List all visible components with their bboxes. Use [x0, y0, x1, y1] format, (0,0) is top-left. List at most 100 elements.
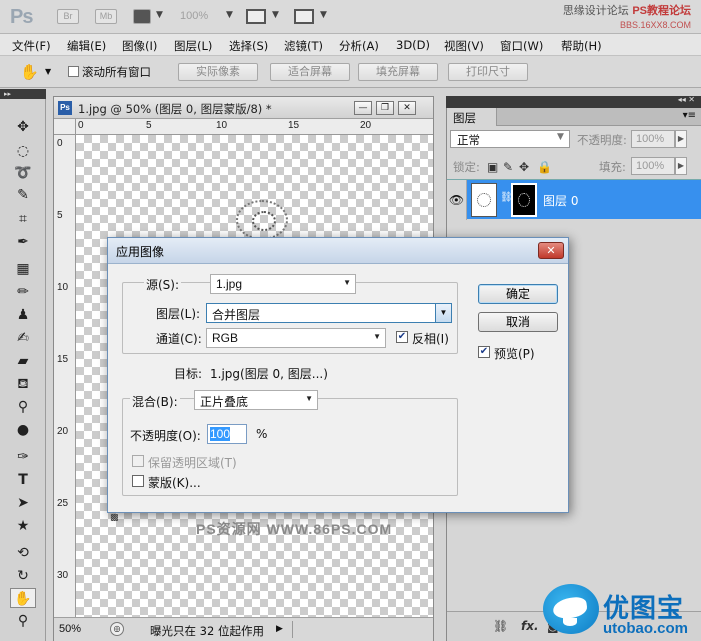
- layer-select[interactable]: 合并图层 ▼: [206, 303, 452, 323]
- target-label: 目标:: [174, 367, 203, 381]
- panel-dock-header[interactable]: ◂◂ ✕: [446, 95, 701, 108]
- mask-checkbox[interactable]: [132, 475, 144, 487]
- tab-layers[interactable]: 图层: [447, 108, 497, 126]
- minimize-icon[interactable]: —: [354, 101, 372, 115]
- fill-field[interactable]: 100%: [631, 157, 675, 175]
- tools-panel-header[interactable]: ▸▸: [0, 89, 46, 99]
- status-info-icon[interactable]: ◎: [110, 622, 124, 636]
- menu-analysis[interactable]: 分析(A): [339, 38, 379, 54]
- close-icon[interactable]: ✕: [538, 242, 564, 259]
- quick-select-tool-icon[interactable]: ✎: [10, 185, 36, 205]
- bridge-button[interactable]: Br: [57, 9, 79, 24]
- layer-thumbnail[interactable]: [471, 183, 497, 217]
- fill-screen-button[interactable]: 填充屏幕: [358, 63, 438, 81]
- view-extras-icon[interactable]: [133, 9, 151, 24]
- shape-tool-icon[interactable]: ★: [10, 516, 36, 536]
- status-zoom[interactable]: 50%: [59, 623, 81, 635]
- invert-checkbox[interactable]: ✔: [396, 331, 408, 343]
- dodge-tool-icon[interactable]: ⚲: [10, 397, 36, 417]
- fit-screen-button[interactable]: 适合屏幕: [270, 63, 350, 81]
- scroll-all-windows-checkbox[interactable]: [68, 66, 79, 77]
- history-brush-tool-icon[interactable]: ✍: [10, 328, 36, 348]
- zoom-level[interactable]: 100%: [180, 10, 208, 22]
- blend-mode-select[interactable]: 正常: [450, 130, 570, 148]
- menu-select[interactable]: 选择(S): [229, 38, 268, 54]
- brush-tool-icon[interactable]: ✏: [10, 282, 36, 302]
- ok-button[interactable]: 确定: [478, 284, 558, 304]
- lock-transparent-icon[interactable]: ▣: [487, 160, 498, 174]
- layer-row[interactable]: 👁 ⛓ 图层 0: [447, 179, 701, 220]
- zoom-tool-icon[interactable]: ⚲: [10, 611, 36, 631]
- preview-checkbox[interactable]: ✔: [478, 346, 490, 358]
- menu-view[interactable]: 视图(V): [444, 38, 484, 54]
- stamp-tool-icon[interactable]: ♟: [10, 305, 36, 325]
- move-tool-icon[interactable]: ✥: [10, 117, 36, 137]
- opacity-unit: %: [256, 427, 268, 441]
- burn-tool-icon[interactable]: ●: [10, 420, 36, 440]
- lock-all-icon[interactable]: 🔒: [537, 160, 552, 174]
- actual-pixels-button[interactable]: 实际像素: [178, 63, 258, 81]
- source-select[interactable]: 1.jpg ▼: [210, 274, 356, 294]
- document-title-bar[interactable]: Ps 1.jpg @ 50% (图层 0, 图层蒙版/8) * — ❐ ✕: [54, 97, 433, 119]
- chevron-down-icon[interactable]: ▼: [156, 10, 163, 20]
- hand-tool-icon[interactable]: ✋: [20, 63, 39, 81]
- print-size-button[interactable]: 打印尺寸: [448, 63, 528, 81]
- crop-tool-icon[interactable]: ⌗: [10, 209, 36, 229]
- 3d-rotate-tool-icon[interactable]: ⟲: [10, 543, 36, 563]
- restore-icon[interactable]: ❐: [376, 101, 394, 115]
- screen-mode-icon[interactable]: [294, 9, 314, 24]
- mini-bridge-button[interactable]: Mb: [95, 9, 117, 24]
- play-arrow-icon[interactable]: ▶: [276, 624, 283, 634]
- layer-name[interactable]: 图层 0: [543, 192, 578, 209]
- layer-mask-thumbnail[interactable]: [511, 183, 537, 217]
- opacity-label: 不透明度(O):: [130, 429, 201, 443]
- menu-layer[interactable]: 图层(L): [174, 38, 212, 54]
- dialog-title-bar[interactable]: 应用图像 ✕: [108, 238, 568, 264]
- pen-tool-icon[interactable]: ✑: [10, 447, 36, 467]
- menu-image[interactable]: 图像(I): [122, 38, 157, 54]
- chevron-down-icon[interactable]: ▼: [272, 10, 279, 20]
- collapse-panels-icon[interactable]: ◂◂ ✕: [678, 95, 695, 104]
- menu-filter[interactable]: 滤镜(T): [284, 38, 323, 54]
- chevron-down-icon[interactable]: ▼: [45, 67, 51, 76]
- 3d-orbit-tool-icon[interactable]: ↻: [10, 566, 36, 586]
- chevron-down-icon[interactable]: ▼: [557, 132, 564, 142]
- lasso-tool-icon[interactable]: ➰: [10, 163, 36, 183]
- opacity-slider-arrow-icon[interactable]: ▶: [675, 130, 687, 148]
- fill-slider-arrow-icon[interactable]: ▶: [675, 157, 687, 175]
- opacity-input[interactable]: 100: [207, 424, 247, 444]
- chevron-down-icon[interactable]: ▼: [320, 10, 327, 20]
- ruler-origin[interactable]: [54, 119, 76, 135]
- canvas-watermark: PS资源网 WWW.86PS.COM: [196, 521, 393, 537]
- path-select-tool-icon[interactable]: ➤: [10, 493, 36, 513]
- lock-position-icon[interactable]: ✥: [519, 160, 529, 174]
- chevron-down-icon[interactable]: ▼: [226, 10, 233, 20]
- paint-bucket-tool-icon[interactable]: ⛾: [10, 374, 36, 394]
- menu-3d[interactable]: 3D(D): [396, 38, 430, 52]
- horizontal-ruler[interactable]: 0 5 10 15 20: [76, 119, 433, 135]
- vertical-ruler[interactable]: 0 5 10 15 20 25 30: [54, 135, 76, 617]
- fx-icon[interactable]: fx.: [521, 619, 539, 633]
- menu-file[interactable]: 文件(F): [12, 38, 51, 54]
- menu-edit[interactable]: 编辑(E): [67, 38, 106, 54]
- preserve-transparency-checkbox[interactable]: [132, 455, 144, 467]
- visibility-eye-icon[interactable]: 👁: [447, 180, 467, 220]
- menu-help[interactable]: 帮助(H): [561, 38, 602, 54]
- menu-bar: 文件(F) 编辑(E) 图像(I) 图层(L) 选择(S) 滤镜(T) 分析(A…: [0, 34, 701, 56]
- link-layers-icon[interactable]: ⛓: [493, 619, 508, 633]
- lock-image-icon[interactable]: ✎: [503, 160, 513, 174]
- marquee-tool-icon[interactable]: ◌: [10, 141, 36, 161]
- eraser-tool-icon[interactable]: ▰: [10, 351, 36, 371]
- eyedropper-tool-icon[interactable]: ✒: [10, 232, 36, 252]
- opacity-field[interactable]: 100%: [631, 130, 675, 148]
- cancel-button[interactable]: 取消: [478, 312, 558, 332]
- channel-select[interactable]: RGB ▼: [206, 328, 386, 348]
- healing-brush-tool-icon[interactable]: ▦: [10, 259, 36, 279]
- panel-menu-icon[interactable]: ▾≡: [683, 110, 696, 121]
- close-icon[interactable]: ✕: [398, 101, 416, 115]
- arrange-documents-icon[interactable]: [246, 9, 266, 24]
- hand-tool-icon[interactable]: ✋: [10, 588, 36, 608]
- blending-select[interactable]: 正片叠底 ▼: [194, 390, 318, 410]
- menu-window[interactable]: 窗口(W): [500, 38, 543, 54]
- type-tool-icon[interactable]: T: [10, 470, 36, 490]
